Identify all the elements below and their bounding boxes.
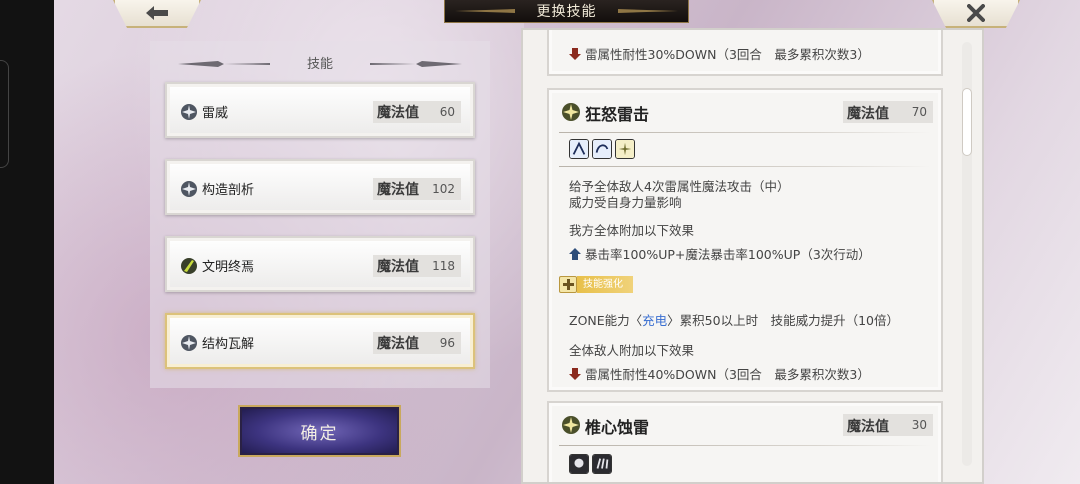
header-ornament-right-icon (370, 61, 462, 67)
skill-name: 文明终焉 (202, 260, 255, 275)
page-title: 更换技能 (536, 4, 597, 20)
mp-cost: 魔法值 102 (373, 178, 461, 200)
mp-label: 魔法值 (377, 336, 419, 352)
enhance-label: 技能强化 (577, 276, 633, 293)
skill-detail-panel[interactable]: 雷属性耐性30%DOWN（3回合 最多累积次数3） 狂怒雷击 魔法值 70 给予… (521, 28, 984, 484)
skill-card-kuangnu[interactable]: 狂怒雷击 魔法值 70 给予全体敌人4次雷属性魔法攻击（中） 威力受自身力量影响… (547, 88, 943, 392)
skill-card-name: 椎心蚀雷 (585, 418, 650, 437)
claw-tag-icon (592, 454, 612, 474)
close-x-icon (967, 4, 985, 22)
divider (559, 132, 931, 133)
mp-value: 70 (911, 105, 927, 119)
enhance-plus-icon (559, 276, 577, 293)
divider (559, 445, 931, 446)
skill-name: 雷威 (202, 106, 229, 121)
debuff-text: 雷属性耐性30%DOWN（3回合 最多累积次数3） (585, 47, 870, 62)
mp-cost: 魔法值 30 (843, 414, 933, 436)
arrow-down-icon (569, 368, 581, 380)
debuff-text: 雷属性耐性40%DOWN（3回合 最多累积次数3） (585, 367, 870, 382)
skill-list-panel: 技能 雷威 魔法值 60 构造剖析 魔法值 102 文明终焉 魔法值 118 结… (150, 41, 490, 388)
desc-line-2: 威力受自身力量影响 (569, 195, 682, 210)
scroll-thumb[interactable] (962, 88, 972, 156)
skill-item-leiwei[interactable]: 雷威 魔法值 60 (165, 82, 475, 138)
skill-name: 结构瓦解 (202, 337, 255, 352)
green-slash-icon (181, 258, 197, 274)
mp-label: 魔法值 (847, 419, 889, 435)
confirm-button[interactable]: 确定 (238, 405, 401, 457)
mp-cost: 魔法值 70 (843, 101, 933, 123)
thunder-gold-icon (562, 103, 580, 121)
skill-item-gouzao[interactable]: 构造剖析 魔法值 102 (165, 159, 475, 215)
thunder-gear-icon (181, 335, 197, 351)
thunder-element-tag-icon (615, 139, 635, 159)
enhance-badge: 技能强化 (559, 276, 633, 293)
skill-list-heading: 技能 (306, 56, 333, 72)
skill-name: 构造剖析 (202, 183, 255, 198)
header-ornament-left-icon (178, 61, 270, 67)
mp-value: 60 (439, 105, 455, 119)
mp-value: 102 (432, 182, 455, 196)
skill-card-name: 狂怒雷击 (585, 105, 650, 124)
confirm-label: 确定 (300, 423, 339, 444)
back-button[interactable] (113, 0, 201, 28)
arrow-left-icon (146, 6, 168, 20)
zone-line: ZONE能力〈充电〉累积50以上时 技能威力提升（10倍） (569, 310, 899, 329)
skill-tags (569, 454, 612, 474)
detail-scrollbar[interactable] (962, 42, 972, 466)
mp-value: 30 (911, 418, 927, 432)
mp-cost: 魔法值 60 (373, 101, 461, 123)
skill-tags (569, 139, 635, 159)
mp-cost: 魔法值 96 (373, 332, 461, 354)
skill-card-previous: 雷属性耐性30%DOWN（3回合 最多累积次数3） (547, 30, 943, 76)
zone-suffix: 〉累积50以上时 技能威力提升（10倍） (667, 313, 899, 328)
mp-label: 魔法值 (377, 105, 419, 121)
magic-attack-tag-icon (569, 139, 589, 159)
zone-highlight-link[interactable]: 充电 (642, 313, 667, 328)
title-bar: 更换技能 (444, 0, 689, 23)
mp-cost: 魔法值 118 (373, 255, 461, 277)
arrow-up-icon (569, 248, 581, 260)
close-button[interactable] (932, 0, 1020, 28)
thunder-gear-icon (181, 181, 197, 197)
divider (559, 166, 931, 167)
buff-text: 暴击率100%UP+魔法暴击率100%UP（3次行动） (585, 247, 871, 262)
all-target-tag-icon (592, 139, 612, 159)
debuff-line: 雷属性耐性40%DOWN（3回合 最多累积次数3） (569, 364, 870, 383)
skill-item-jiegou-selected[interactable]: 结构瓦解 魔法值 96 (165, 313, 475, 369)
enemy-effect-heading: 全体敌人附加以下效果 (569, 343, 695, 358)
bezel-notch (0, 60, 9, 168)
game-screen: 更换技能 技能 雷威 魔法值 60 构造剖析 魔法值 102 文明终焉 魔法值 … (0, 0, 1080, 484)
mp-value: 96 (439, 336, 455, 350)
arrow-down-icon (569, 48, 581, 60)
buff-line: 暴击率100%UP+魔法暴击率100%UP（3次行动） (569, 244, 871, 263)
thunder-gold-icon (562, 416, 580, 434)
zone-prefix: ZONE能力〈 (569, 313, 643, 328)
mp-label: 魔法值 (847, 106, 889, 122)
skill-card-zhuixin[interactable]: 椎心蚀雷 魔法值 30 (547, 401, 943, 482)
debuff-line: 雷属性耐性30%DOWN（3回合 最多累积次数3） (569, 44, 870, 63)
skill-item-wenming[interactable]: 文明终焉 魔法值 118 (165, 236, 475, 292)
screen-bezel (0, 0, 54, 484)
title-ornament-right-icon (618, 9, 678, 13)
skull-tag-icon (569, 454, 589, 474)
title-ornament-left-icon (455, 9, 515, 13)
mp-value: 118 (432, 259, 455, 273)
mp-label: 魔法值 (377, 182, 419, 198)
mp-label: 魔法值 (377, 259, 419, 275)
thunder-gear-icon (181, 104, 197, 120)
skill-list-header: 技能 (150, 51, 490, 73)
ally-effect-heading: 我方全体附加以下效果 (569, 223, 695, 238)
